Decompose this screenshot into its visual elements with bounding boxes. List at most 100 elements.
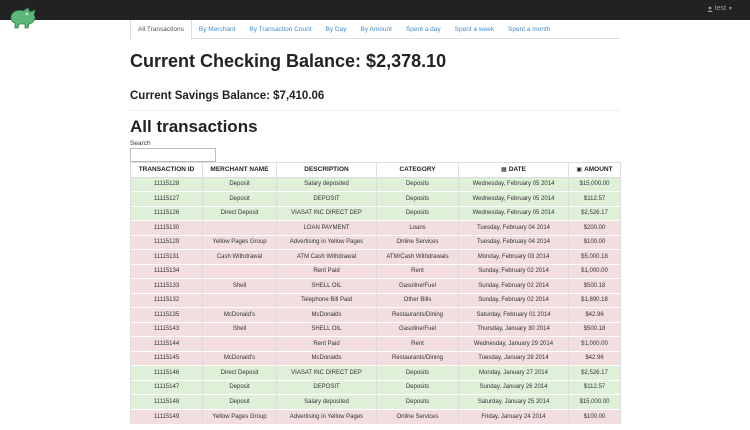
cell-date: Sunday, February 02 2014 <box>458 278 569 293</box>
cell-date: Sunday, January 26 2014 <box>458 379 569 395</box>
cell-category: Restaurants/Dining <box>376 307 459 322</box>
cell-amount: $15,000.00 <box>568 176 621 192</box>
cell-id: 11115143 <box>130 321 203 337</box>
cell-category: Restaurants/Dining <box>376 350 459 366</box>
tab-by-transaction-count[interactable]: By Transaction Count <box>242 20 318 39</box>
table-row[interactable]: 11115143 Shell SHELL OIL Gasoline/Fuel Thurs… <box>130 321 621 337</box>
cell-amount: $2,526.17 <box>568 365 621 380</box>
table-row[interactable]: 11115126 Direct Deposit VIASAT INC DIRECT … <box>130 205 621 221</box>
cell-date: Tuesday, January 28 2014 <box>458 350 569 366</box>
table-row[interactable]: 11115148 Deposit Salary deposited Deposits S… <box>130 394 621 409</box>
table-row[interactable]: 11115130 LOAN PAYMENT Loans Tuesday, Februa… <box>130 220 621 235</box>
cell-date: Wednesday, February 05 2014 <box>458 176 569 192</box>
dinosaur-logo-icon[interactable] <box>8 6 38 30</box>
column-header-merchant-name[interactable]: MERCHANT NAME <box>202 162 277 178</box>
tab-spent-a-day[interactable]: Spent a day <box>399 20 448 39</box>
cell-amount: $112.57 <box>568 191 621 206</box>
cell-date: Thursday, January 30 2014 <box>458 321 569 337</box>
column-header-label: TRANSACTION ID <box>138 166 195 174</box>
column-header-amount[interactable]: ▣ AMOUNT <box>568 162 621 178</box>
tab-all-transactions[interactable]: All Transactions <box>130 20 192 40</box>
cell-description: Rent Paid <box>276 336 377 351</box>
table-row[interactable]: 11115128 Deposit Salary deposited Deposits W… <box>130 176 621 192</box>
cell-date: Tuesday, February 04 2014 <box>458 234 569 250</box>
cell-category: Other Bills <box>376 292 459 308</box>
table-row[interactable]: 11115129 Yellow Pages Group Advertising in… <box>130 234 621 250</box>
cell-date: Sunday, February 02 2014 <box>458 263 569 279</box>
column-header-transaction-id[interactable]: TRANSACTION ID <box>130 162 203 178</box>
cell-merchant: McDonald's <box>202 307 277 322</box>
cell-id: 11115131 <box>130 249 203 264</box>
cell-category: ATM/Cash Withdrawals <box>376 249 459 264</box>
tab-by-amount[interactable]: By Amount <box>354 20 399 39</box>
cell-description: Salary deposited <box>276 176 377 192</box>
column-header-category[interactable]: CATEGORY <box>376 162 459 178</box>
table-row[interactable]: 11115131 Cash Withdrawal ATM Cash Withdraw… <box>130 249 621 264</box>
cell-amount: $200.00 <box>568 220 621 235</box>
tab-by-day[interactable]: By Day <box>319 20 354 39</box>
cell-merchant: Deposit <box>202 379 277 395</box>
column-header-label: MERCHANT NAME <box>210 166 269 174</box>
search-input[interactable] <box>130 148 216 162</box>
user-name: test <box>714 5 727 12</box>
cell-date: Wednesday, January 29 2014 <box>458 336 569 351</box>
cell-id: 11115133 <box>130 278 203 293</box>
cell-amount: $5,000.18 <box>568 249 621 264</box>
table-row[interactable]: 11115149 Yellow Pages Group Advertising in… <box>130 408 621 424</box>
cell-id: 11115126 <box>130 205 203 221</box>
table-header-row: TRANSACTION ID MERCHANT NAME DESCRIPTION… <box>130 162 621 178</box>
column-header-description[interactable]: DESCRIPTION <box>276 162 377 178</box>
cell-id: 11115127 <box>130 191 203 206</box>
cell-category: Deposits <box>376 379 459 395</box>
table-row[interactable]: 11115135 McDonald's McDonalds Restaurants/D… <box>130 307 621 322</box>
cell-date: Tuesday, February 04 2014 <box>458 220 569 235</box>
cell-id: 11115149 <box>130 408 203 424</box>
cell-merchant: Yellow Pages Group <box>202 408 277 424</box>
column-header-label: DESCRIPTION <box>304 166 349 174</box>
table-row[interactable]: 11115127 Deposit DEPOSIT Deposits Wednesday,… <box>130 191 621 206</box>
cell-merchant: Deposit <box>202 394 277 409</box>
tab-spent-a-month[interactable]: Spent a month <box>501 20 557 39</box>
cell-description: McDonalds <box>276 307 377 322</box>
table-row[interactable]: 11115133 Shell SHELL OIL Gasoline/Fuel Sunda… <box>130 278 621 293</box>
tab-spent-a-week[interactable]: Spent a week <box>448 20 501 39</box>
cell-amount: $100.00 <box>568 408 621 424</box>
cell-description: LOAN PAYMENT <box>276 220 377 235</box>
cell-description: SHELL OIL <box>276 321 377 337</box>
table-row[interactable]: 11115146 Direct Deposit VIASAT INC DIRECT … <box>130 365 621 380</box>
page-title: All transactions <box>130 117 258 136</box>
cell-description: DEPOSIT <box>276 379 377 395</box>
checking-balance-heading: Current Checking Balance: $2,378.10 <box>130 51 447 71</box>
savings-balance-heading: Current Savings Balance: $7,410.06 <box>130 90 325 102</box>
top-navbar: test ▼ <box>0 0 750 29</box>
nav-tabs: All Transactions By Merchant By Transact… <box>130 20 620 40</box>
cell-merchant: Shell <box>202 321 277 337</box>
cell-date: Monday, January 27 2014 <box>458 365 569 380</box>
column-header-date[interactable]: ▦ DATE <box>458 162 569 178</box>
cell-merchant: Direct Deposit <box>202 365 277 380</box>
user-menu[interactable]: test ▼ <box>707 5 733 12</box>
cell-merchant: Deposit <box>202 176 277 192</box>
cell-id: 11115148 <box>130 394 203 409</box>
cell-category: Loans <box>376 220 459 235</box>
table-row[interactable]: 11115147 Deposit DEPOSIT Deposits Sunday, Ja… <box>130 379 621 395</box>
cell-id: 11115134 <box>130 263 203 279</box>
cell-category: Gasoline/Fuel <box>376 321 459 337</box>
table-row[interactable]: 11115145 McDonald's McDonalds Restaurants/D… <box>130 350 621 366</box>
cell-amount: $1,000.00 <box>568 336 621 351</box>
cell-amount: $2,526.17 <box>568 205 621 221</box>
cell-merchant: Cash Withdrawal <box>202 249 277 264</box>
cell-date: Saturday, January 25 2014 <box>458 394 569 409</box>
cell-description: McDonalds <box>276 350 377 366</box>
tab-by-merchant[interactable]: By Merchant <box>192 20 243 39</box>
table-row[interactable]: 11115132 Telephone Bill Paid Other Bills Su… <box>130 292 621 308</box>
cell-merchant: Direct Deposit <box>202 205 277 221</box>
cell-id: 11115128 <box>130 176 203 192</box>
cell-date: Monday, February 03 2014 <box>458 249 569 264</box>
cell-amount: $42.96 <box>568 307 621 322</box>
cell-id: 11115130 <box>130 220 203 235</box>
table-row[interactable]: 11115144 Rent Paid Rent Wednesday, January … <box>130 336 621 351</box>
cell-category: Deposits <box>376 394 459 409</box>
table-row[interactable]: 11115134 Rent Paid Rent Sunday, February 02… <box>130 263 621 279</box>
column-header-label: AMOUNT <box>584 166 613 174</box>
